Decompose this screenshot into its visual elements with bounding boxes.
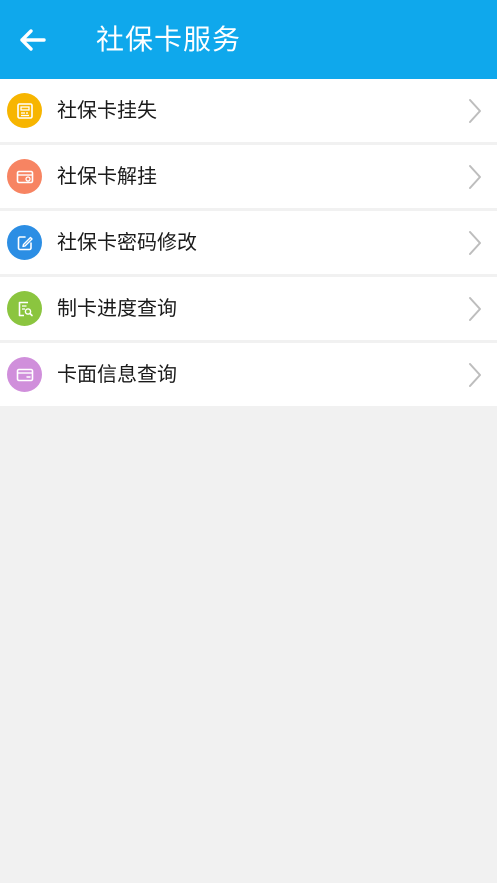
list-item-label: 卡面信息查询 [57, 362, 177, 386]
card-info-icon [7, 357, 42, 392]
card-report-icon [7, 93, 42, 128]
chevron-right-icon [469, 99, 481, 123]
card-unlock-icon [7, 159, 42, 194]
chevron-right-icon [469, 231, 481, 255]
page-title: 社保卡服务 [96, 23, 242, 56]
list-item-label: 社保卡挂失 [57, 98, 157, 122]
edit-icon [7, 225, 42, 260]
list-item-report-loss[interactable]: 社保卡挂失 [0, 79, 497, 142]
chevron-right-icon [469, 363, 481, 387]
list-item-unlock[interactable]: 社保卡解挂 [0, 145, 497, 208]
list-item-card-info[interactable]: 卡面信息查询 [0, 343, 497, 406]
list-item-change-password[interactable]: 社保卡密码修改 [0, 211, 497, 274]
app-header: 社保卡服务 [0, 0, 497, 79]
chevron-right-icon [469, 297, 481, 321]
list-item-label: 制卡进度查询 [57, 296, 177, 320]
list-item-label: 社保卡密码修改 [57, 230, 197, 254]
arrow-left-icon [20, 29, 46, 51]
back-button[interactable] [14, 22, 50, 58]
service-list: 社保卡挂失 社保卡解挂 社保卡密码修改 制卡进度查询 卡面信息查询 [0, 79, 497, 406]
chevron-right-icon [469, 165, 481, 189]
list-item-label: 社保卡解挂 [57, 164, 157, 188]
list-item-card-progress[interactable]: 制卡进度查询 [0, 277, 497, 340]
progress-search-icon [7, 291, 42, 326]
